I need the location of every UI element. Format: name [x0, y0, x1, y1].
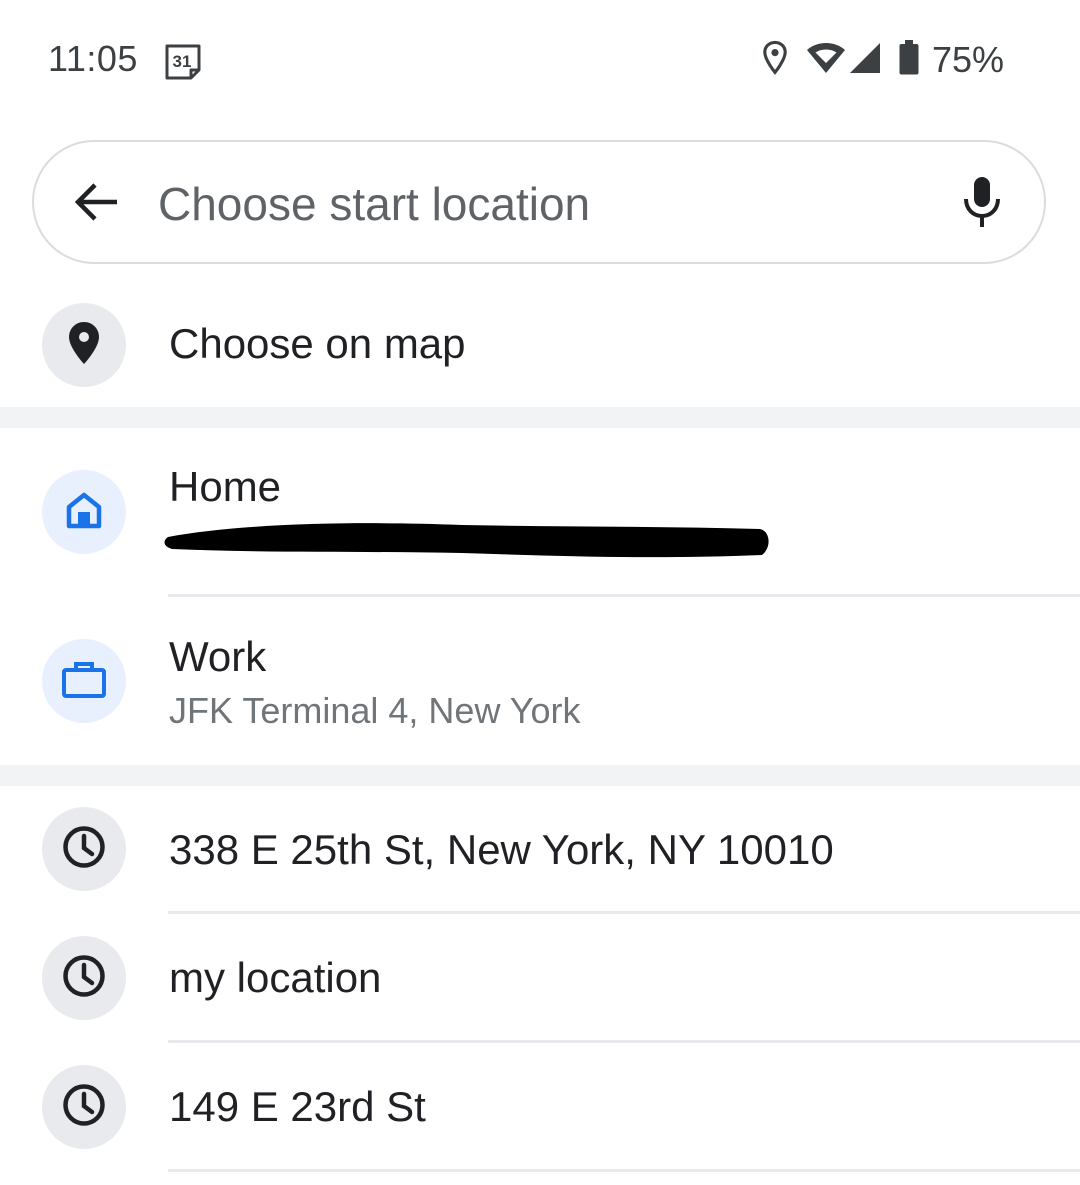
recent-item[interactable]: my location	[0, 914, 1080, 1041]
map-pin-icon-circle	[42, 303, 126, 387]
start-location-input[interactable]	[158, 166, 918, 242]
status-bar: 11:05 31 75%	[0, 0, 1080, 120]
status-right: 75%	[760, 38, 1004, 82]
arrow-back-icon	[73, 182, 119, 227]
home-icon-circle	[42, 470, 126, 554]
status-time: 11:05	[48, 38, 138, 79]
recent-item[interactable]: 149 E 23rd St	[0, 1043, 1080, 1170]
history-icon-circle	[42, 1065, 126, 1149]
history-clock-icon	[61, 1082, 107, 1133]
choose-on-map-row[interactable]: Choose on map	[0, 300, 1080, 390]
history-clock-icon	[61, 824, 107, 875]
saved-place-home[interactable]: Home	[0, 428, 1080, 596]
recent-item-label: 338 E 25th St, New York, NY 10010	[169, 826, 834, 873]
history-icon-circle	[42, 936, 126, 1020]
map-pin-icon	[67, 320, 101, 371]
recent-item[interactable]: 338 E 25th St, New York, NY 10010	[0, 786, 1080, 912]
home-icon	[64, 490, 104, 535]
history-clock-icon	[61, 953, 107, 1004]
battery-icon	[898, 39, 920, 81]
calendar-day: 31	[173, 52, 192, 71]
signal-icon	[848, 41, 882, 80]
briefcase-icon-circle	[42, 639, 126, 723]
voice-search-button[interactable]	[950, 172, 1014, 236]
work-subtitle: JFK Terminal 4, New York	[169, 690, 581, 731]
wifi-icon	[806, 41, 846, 80]
history-icon-circle	[42, 807, 126, 891]
location-icon	[760, 40, 790, 81]
redaction-mark	[164, 523, 769, 558]
battery-percent: 75%	[931, 39, 1004, 80]
home-title: Home	[169, 463, 282, 510]
back-button[interactable]	[64, 172, 128, 236]
microphone-icon	[962, 175, 1002, 234]
briefcase-icon	[61, 659, 107, 704]
search-box	[32, 140, 1046, 264]
section-divider	[0, 765, 1080, 786]
saved-place-work[interactable]: Work JFK Terminal 4, New York	[0, 597, 1080, 765]
row-divider	[168, 1169, 1080, 1172]
section-divider	[0, 407, 1080, 428]
choose-on-map-label: Choose on map	[169, 320, 466, 367]
recent-item-label: 149 E 23rd St	[169, 1083, 426, 1130]
calendar-icon: 31	[163, 40, 203, 80]
recent-item-label: my location	[169, 954, 382, 1001]
work-title: Work	[169, 633, 267, 680]
